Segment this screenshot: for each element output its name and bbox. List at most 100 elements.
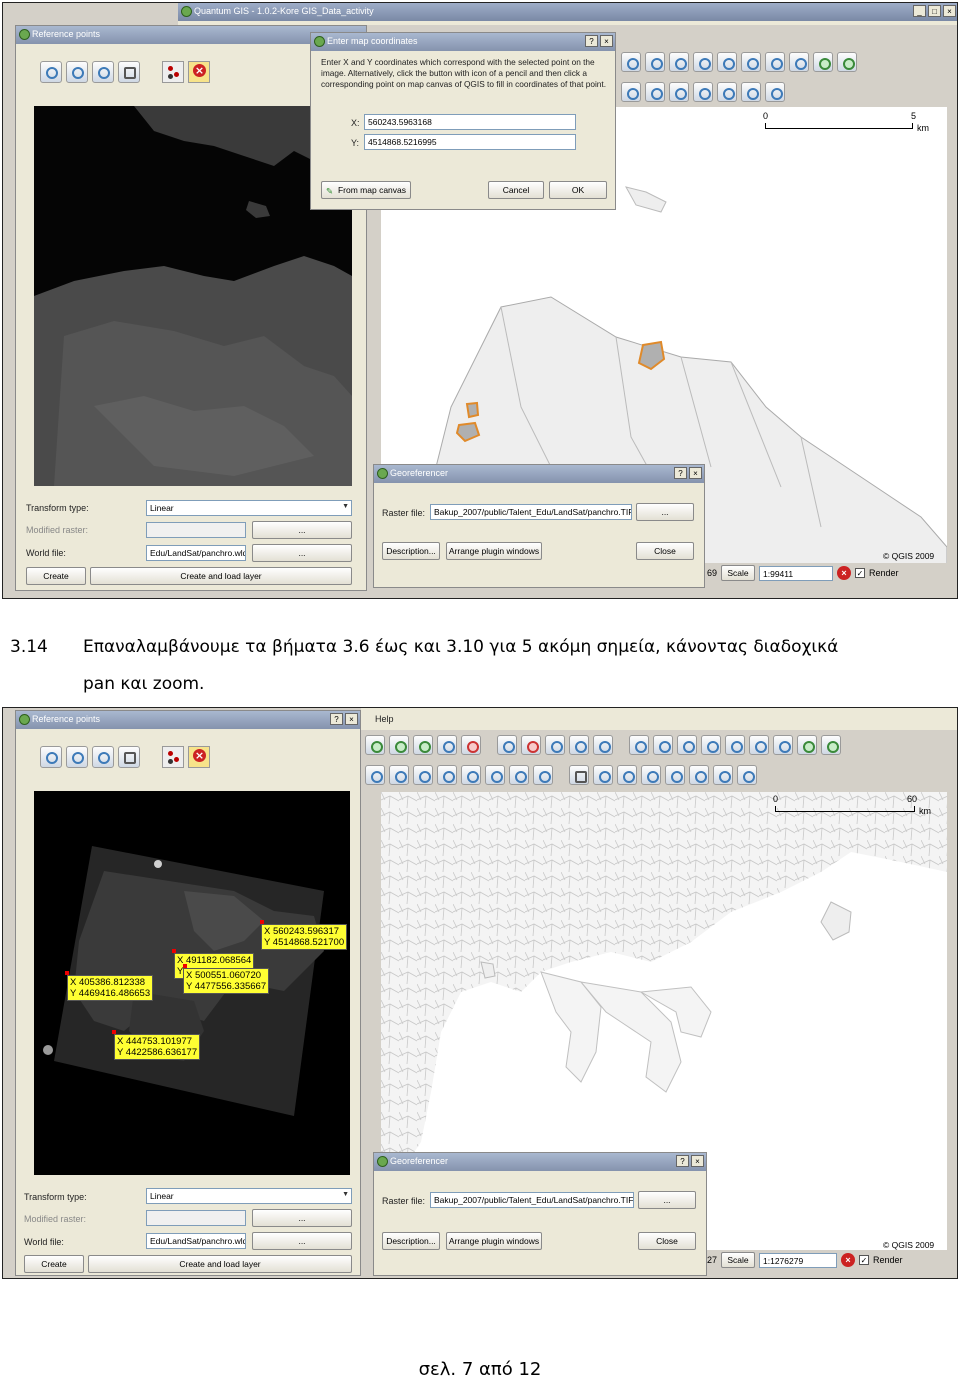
zoom-full-icon[interactable]	[669, 82, 689, 102]
render-checkbox[interactable]: ✓	[855, 568, 866, 578]
map-tips-icon[interactable]	[621, 52, 641, 72]
zoom-last-icon[interactable]	[713, 765, 733, 785]
georeferencer-close-x[interactable]: ×	[689, 467, 702, 479]
attribute-table-icon[interactable]	[677, 735, 697, 755]
create-and-load-layer-button[interactable]: Create and load layer	[90, 567, 352, 585]
minimize-button[interactable]: _	[913, 5, 926, 17]
raster-file-input[interactable]: Bakup_2007/public/Talent_Edu/LandSat/pan…	[430, 504, 632, 520]
modified-raster-input[interactable]	[146, 522, 246, 538]
zoom-last-icon[interactable]	[741, 82, 761, 102]
world-file-browse-button[interactable]: ...	[252, 1232, 352, 1250]
create-button[interactable]: Create	[26, 567, 86, 585]
help-button[interactable]: ?	[674, 467, 687, 479]
description-button[interactable]: Description...	[382, 542, 440, 560]
transform-type-select[interactable]: Linear	[146, 1188, 352, 1204]
arrange-plugin-windows-button[interactable]: Arrange plugin windows	[446, 1232, 542, 1250]
help-menu[interactable]: Help	[375, 714, 394, 724]
globe-icon[interactable]	[797, 735, 817, 755]
zoom-layer-icon[interactable]	[717, 82, 737, 102]
map-tips-icon[interactable]	[629, 735, 649, 755]
measure-icon[interactable]	[653, 735, 673, 755]
world-file-input[interactable]: Edu/LandSat/panchro.wld	[146, 1233, 246, 1249]
close-button[interactable]: Close	[638, 1232, 696, 1250]
zoom-selection-icon[interactable]	[693, 82, 713, 102]
raster-file-input[interactable]: Bakup_2007/public/Talent_Edu/LandSat/pan…	[430, 1192, 634, 1208]
identify-icon[interactable]	[669, 52, 689, 72]
zoom-out-icon[interactable]	[617, 765, 637, 785]
add-point-icon[interactable]	[162, 746, 184, 768]
copyright-icon[interactable]	[741, 52, 761, 72]
delete-vertex-icon[interactable]	[437, 765, 457, 785]
globe-icon[interactable]	[813, 52, 833, 72]
stop-render-icon[interactable]: ×	[837, 566, 852, 580]
world-file-input[interactable]: Edu/LandSat/panchro.wld	[146, 545, 246, 561]
add-wms-icon[interactable]	[437, 735, 457, 755]
world-icon[interactable]	[837, 52, 857, 72]
world-file-browse-button[interactable]: ...	[252, 544, 352, 562]
zoom-in-icon[interactable]	[40, 746, 62, 768]
paste-icon[interactable]	[533, 765, 553, 785]
move-feature-icon[interactable]	[365, 765, 385, 785]
description-button[interactable]: Description...	[382, 1232, 440, 1250]
from-map-canvas-button[interactable]: ✎ From map canvas	[321, 181, 411, 199]
zoom-selection-icon[interactable]	[665, 765, 685, 785]
stop-render-icon[interactable]: ×	[841, 1253, 856, 1267]
pan-icon[interactable]	[569, 765, 589, 785]
zoom-layer-icon[interactable]	[689, 765, 709, 785]
reference-points-close-x[interactable]: ×	[345, 713, 358, 725]
measure-icon[interactable]	[645, 52, 665, 72]
maximize-button[interactable]: □	[928, 5, 941, 17]
georeferencer-close-x[interactable]: ×	[691, 1155, 704, 1167]
copy-icon[interactable]	[509, 765, 529, 785]
help-button[interactable]: ?	[676, 1155, 689, 1167]
modified-raster-browse-button[interactable]: ...	[252, 1209, 352, 1227]
remove-layer-icon[interactable]	[461, 735, 481, 755]
save-icon[interactable]	[749, 735, 769, 755]
attribute-table-icon[interactable]	[693, 52, 713, 72]
d2s-icon[interactable]	[773, 735, 793, 755]
remove-all-overview-icon[interactable]	[521, 735, 541, 755]
zoom-out-icon[interactable]	[66, 61, 88, 83]
render-checkbox[interactable]: ✓	[859, 1255, 870, 1265]
scale-input[interactable]: 1:1276279	[759, 1252, 838, 1268]
zoom-out-icon[interactable]	[645, 82, 665, 102]
cut-icon[interactable]	[485, 765, 505, 785]
refresh-icon[interactable]	[765, 82, 785, 102]
digitize-icon[interactable]	[593, 735, 613, 755]
add-vector-icon[interactable]	[365, 735, 385, 755]
close-button[interactable]: ×	[943, 5, 956, 17]
zoom-in-icon[interactable]	[593, 765, 613, 785]
zoom-in-icon[interactable]	[40, 61, 62, 83]
x-coordinate-input[interactable]: 560243.5963168	[364, 114, 576, 130]
add-vertex-icon[interactable]	[413, 765, 433, 785]
georef-icon[interactable]	[717, 52, 737, 72]
d2s-icon[interactable]	[789, 52, 809, 72]
raster-view[interactable]	[34, 106, 352, 486]
create-button[interactable]: Create	[24, 1255, 84, 1273]
dialog-close-button[interactable]: ×	[600, 35, 613, 47]
raster-view[interactable]: X 560243.596317 Y 4514868.521700 X 49118…	[34, 791, 350, 1175]
pan-icon[interactable]	[118, 746, 140, 768]
pan-icon[interactable]	[118, 61, 140, 83]
create-and-load-layer-button[interactable]: Create and load layer	[88, 1255, 352, 1273]
close-button[interactable]: Close	[636, 542, 694, 560]
refresh-icon[interactable]	[737, 765, 757, 785]
zoom-full-icon[interactable]	[641, 765, 661, 785]
zoom-out-icon[interactable]	[66, 746, 88, 768]
vertex-icon[interactable]	[389, 765, 409, 785]
modified-raster-browse-button[interactable]: ...	[252, 521, 352, 539]
zoom-extent-icon[interactable]	[92, 746, 114, 768]
raster-file-browse-button[interactable]: ...	[636, 503, 694, 521]
world-icon[interactable]	[821, 735, 841, 755]
show-all-layers-icon[interactable]	[545, 735, 565, 755]
modified-raster-input[interactable]	[146, 1210, 246, 1226]
delete-point-icon[interactable]	[188, 746, 210, 768]
scale-input[interactable]: 1:99411	[759, 565, 834, 581]
add-raster-icon[interactable]	[389, 735, 409, 755]
cancel-button[interactable]: Cancel	[488, 181, 544, 199]
zoom-extent-icon[interactable]	[92, 61, 114, 83]
delete-selected-icon[interactable]	[461, 765, 481, 785]
raster-file-browse-button[interactable]: ...	[638, 1191, 696, 1209]
add-postgis-icon[interactable]	[413, 735, 433, 755]
help-button[interactable]: ?	[585, 35, 598, 47]
